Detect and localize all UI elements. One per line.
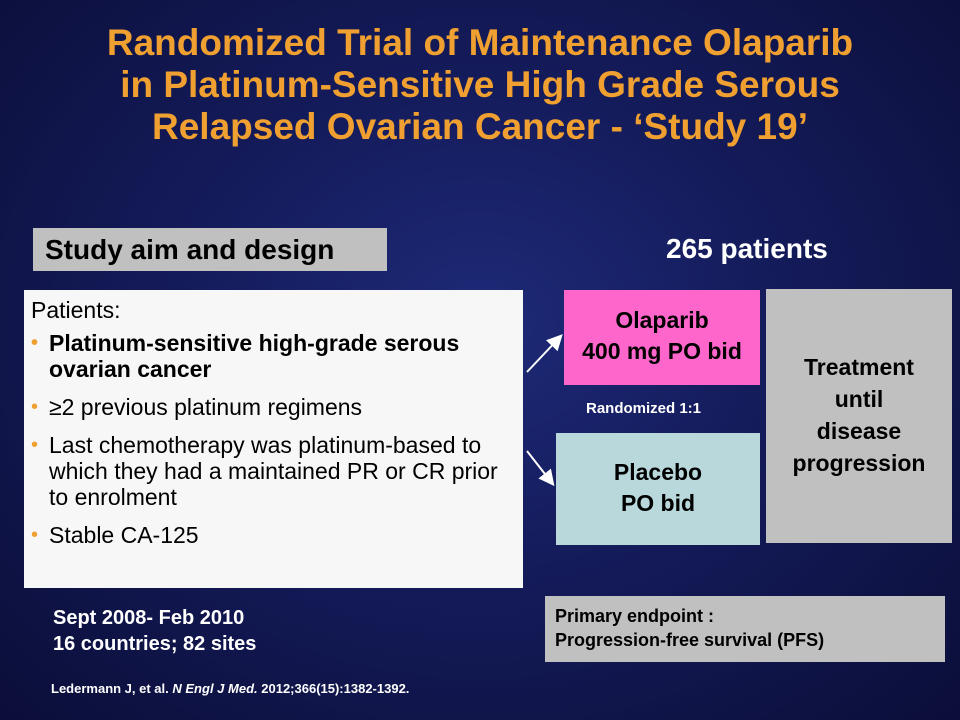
study-period-info: Sept 2008- Feb 2010 16 countries; 82 sit… (53, 605, 256, 657)
arrow-to-olaparib-icon (526, 334, 563, 373)
placebo-dose: PO bid (620, 490, 696, 516)
treatment-line-3: disease (816, 418, 902, 444)
olaparib-arm-box: Olaparib 400 mg PO bid (564, 290, 760, 385)
randomization-ratio: Randomized 1:1 (586, 400, 702, 417)
treatment-duration-box: Treatment until disease progression (766, 289, 952, 543)
citation-ref: 2012;366(15):1382-1392. (261, 681, 410, 696)
olaparib-dose: 400 mg PO bid (582, 338, 742, 364)
endpoint-label: Primary endpoint : (555, 606, 715, 626)
olaparib-name: Olaparib (615, 307, 709, 333)
placebo-name: Placebo (613, 459, 703, 485)
treatment-line-4: progression (792, 450, 926, 476)
primary-endpoint-box: Primary endpoint : Progression-free surv… (545, 596, 945, 662)
arrow-to-placebo-icon (526, 450, 555, 487)
citation-authors: Ledermann J, et al. (51, 681, 169, 696)
treatment-line-1: Treatment (804, 354, 914, 380)
study-dates: Sept 2008- Feb 2010 (53, 607, 245, 629)
citation-journal: N Engl J Med. (172, 681, 258, 696)
citation: Ledermann J, et al. N Engl J Med. 2012;3… (51, 681, 409, 696)
study-sites: 16 countries; 82 sites (53, 633, 257, 655)
placebo-arm-box: Placebo PO bid (556, 433, 760, 545)
endpoint-value: Progression-free survival (PFS) (555, 630, 825, 650)
treatment-line-2: until (834, 386, 884, 412)
